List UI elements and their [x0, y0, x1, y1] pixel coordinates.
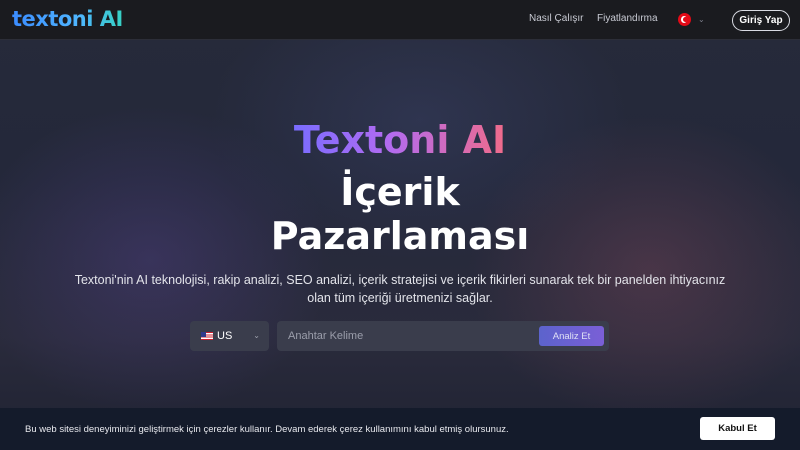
chevron-down-icon: ⌄: [253, 331, 260, 340]
chevron-down-icon: ⌄: [698, 15, 705, 24]
accept-cookies-button[interactable]: Kabul Et: [700, 417, 775, 440]
hero-title-brand-text: Textoni AI: [293, 118, 507, 162]
nav-link-how-it-works[interactable]: Nasıl Çalışır: [529, 13, 583, 24]
country-select[interactable]: US ⌄: [190, 321, 269, 351]
cookie-banner: Bu web sitesi deneyiminizi geliştirmek i…: [0, 408, 800, 450]
hero-title-brand: Textoni AI: [0, 114, 800, 167]
turkey-flag-icon: [678, 13, 691, 26]
nav-link-pricing[interactable]: Fiyatlandırma: [597, 13, 658, 24]
analyze-button[interactable]: Analiz Et: [539, 326, 604, 346]
logo[interactable]: textoni AI: [12, 7, 123, 31]
country-select-label: US: [217, 330, 233, 342]
language-selector[interactable]: ⌄: [678, 13, 705, 26]
hero-description: Textoni'nin AI teknolojisi, rakip analiz…: [74, 273, 726, 305]
cookie-text: Bu web sitesi deneyiminizi geliştirmek i…: [25, 424, 509, 435]
login-button[interactable]: Giriş Yap: [732, 10, 790, 31]
navbar: textoni AI Nasıl Çalışır Fiyatlandırma ⌄…: [0, 0, 800, 40]
us-flag-icon: [201, 332, 213, 340]
hero-title-line3: Pazarlaması: [270, 214, 530, 258]
